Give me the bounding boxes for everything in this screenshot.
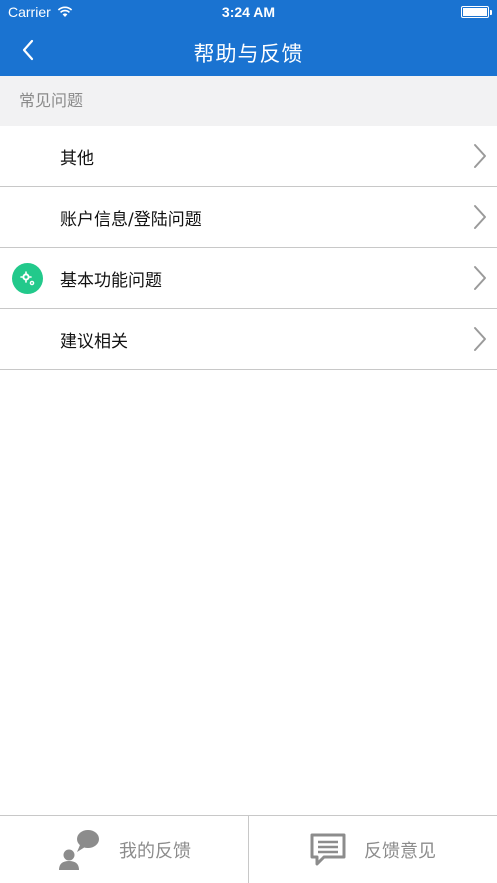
- tab-label: 反馈意见: [364, 840, 436, 862]
- tab-submit-feedback[interactable]: 反馈意见: [248, 816, 497, 883]
- chevron-right-icon: [474, 266, 486, 290]
- list-item-suggestions[interactable]: 建议相关: [0, 309, 497, 370]
- list-item-other[interactable]: 其他: [0, 126, 497, 187]
- list-item-label: 其他: [60, 149, 94, 169]
- list-item-account-login[interactable]: 账户信息/登陆问题: [0, 187, 497, 248]
- nav-bar: 帮助与反馈: [0, 24, 497, 76]
- bottom-tab-bar: 我的反馈 反馈意见: [0, 815, 497, 883]
- battery-icon: [461, 6, 492, 18]
- page-title: 帮助与反馈: [193, 42, 304, 66]
- status-bar: Carrier 3:24 AM: [0, 0, 497, 24]
- chevron-right-icon: [474, 327, 486, 351]
- chevron-right-icon: [474, 205, 486, 229]
- chevron-right-icon: [474, 144, 486, 168]
- tab-label: 我的反馈: [119, 840, 191, 862]
- faq-list: 其他 账户信息/登陆问题 基本功能问题 建议相关: [0, 126, 497, 370]
- tab-my-feedback[interactable]: 我的反馈: [0, 816, 248, 883]
- user-chat-icon: [59, 829, 99, 870]
- message-icon: [310, 833, 346, 865]
- list-item-basic-functions[interactable]: 基本功能问题: [0, 248, 497, 309]
- list-item-label: 基本功能问题: [60, 271, 162, 291]
- gear-badge: [12, 263, 43, 294]
- section-header-faq: 常见问题: [0, 76, 497, 126]
- list-item-label: 账户信息/登陆问题: [60, 210, 202, 230]
- status-time: 3:24 AM: [221, 4, 276, 20]
- list-item-label: 建议相关: [60, 332, 128, 352]
- gear-icon: [19, 270, 34, 285]
